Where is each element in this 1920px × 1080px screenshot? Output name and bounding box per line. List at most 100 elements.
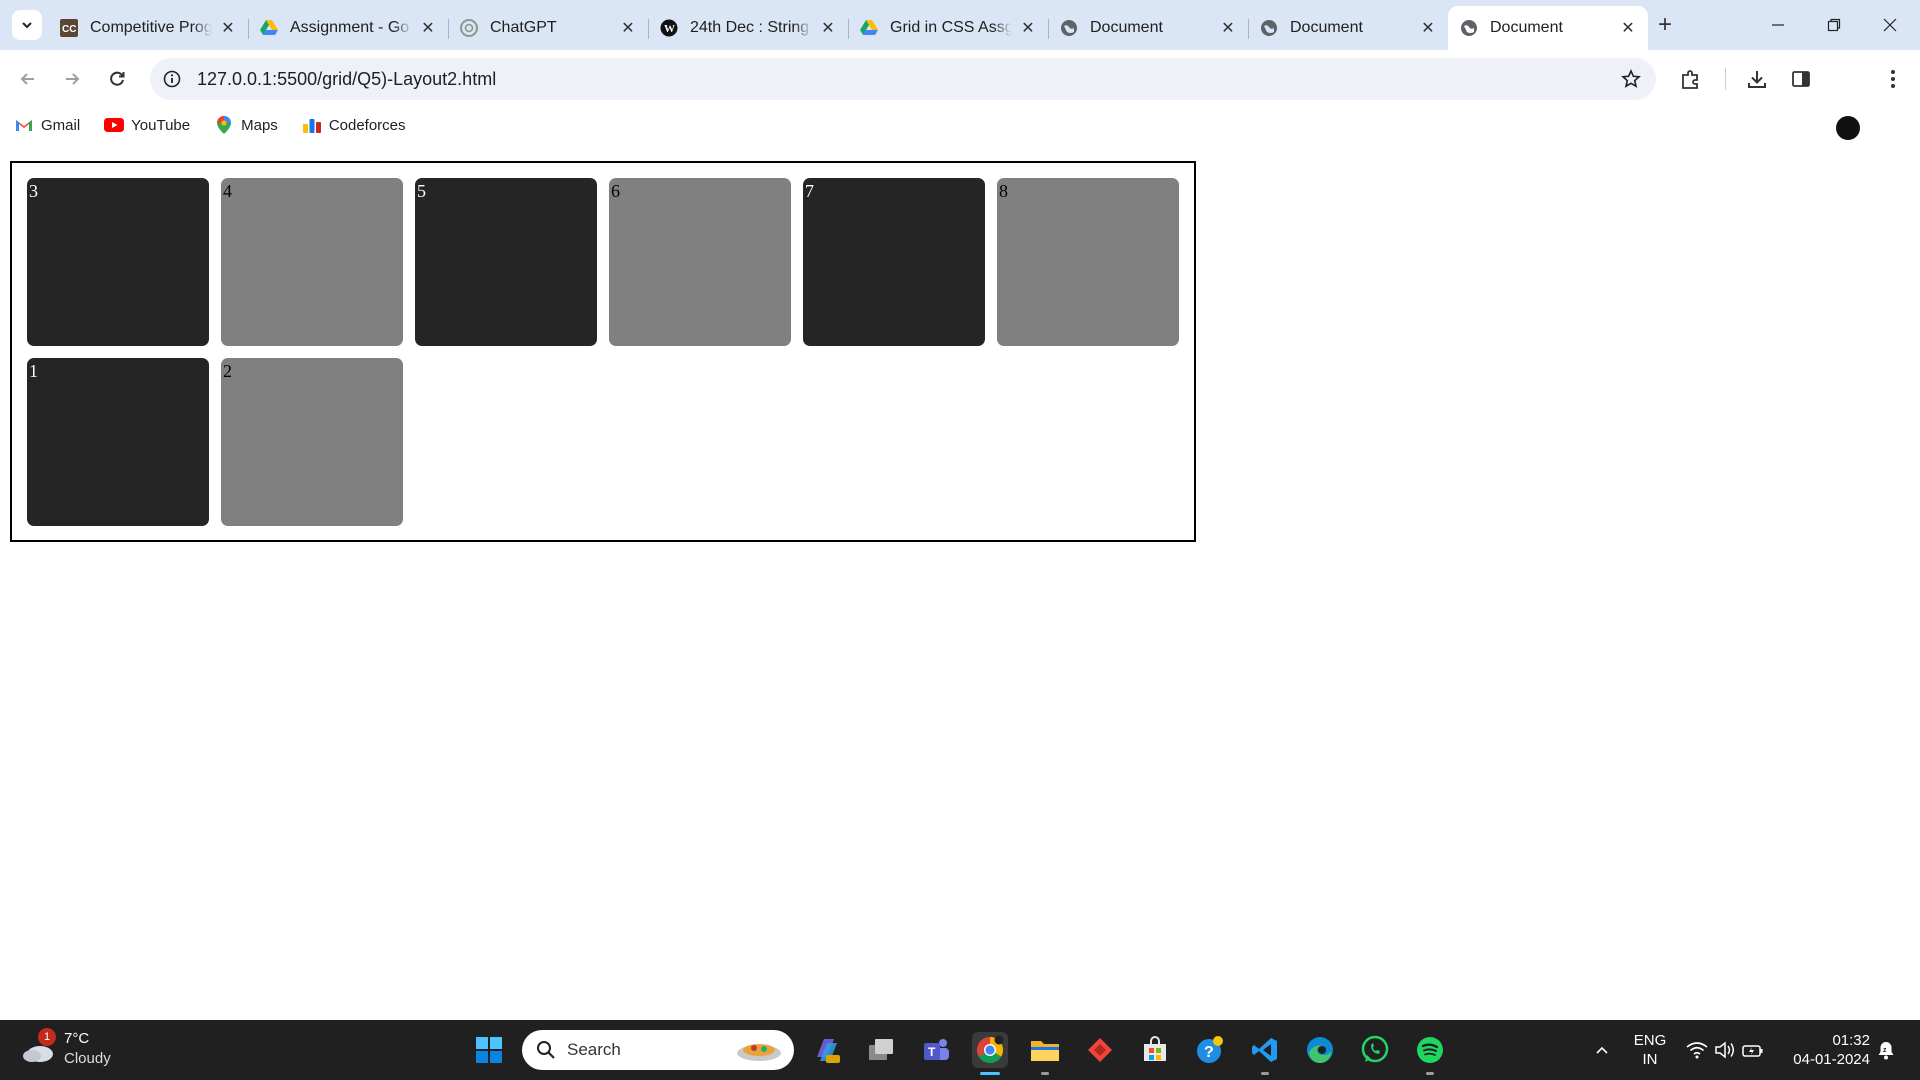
store-icon	[1144, 1036, 1166, 1061]
grid-item: 5	[415, 178, 597, 346]
tab-chatgpt[interactable]: ChatGPT ✕	[448, 9, 649, 47]
grid-item-label: 8	[999, 181, 1008, 201]
back-button[interactable]	[12, 63, 44, 95]
close-icon[interactable]: ✕	[418, 18, 438, 38]
system-tray-status[interactable]	[1680, 1032, 1770, 1068]
taskbar-app-copilot[interactable]	[809, 1032, 845, 1068]
spotify-icon	[1417, 1037, 1443, 1063]
minimize-button[interactable]	[1750, 0, 1806, 50]
address-bar[interactable]: 127.0.0.1:5500/grid/Q5)-Layout2.html	[150, 58, 1656, 100]
close-icon[interactable]: ✕	[818, 18, 838, 38]
clock-date: 04-01-2024	[1793, 1051, 1870, 1068]
cc-icon: CC	[60, 19, 78, 37]
start-button[interactable]	[471, 1032, 507, 1068]
grid-item-label: 5	[417, 181, 426, 201]
bookmark-maps[interactable]: Maps	[214, 116, 278, 134]
chrome-icon	[976, 1035, 1004, 1064]
grid-item-label: 7	[805, 181, 814, 201]
taskbar-app-file-explorer[interactable]	[1027, 1032, 1063, 1075]
bookmark-gmail[interactable]: Gmail	[14, 117, 80, 134]
codeforces-icon	[302, 117, 322, 133]
bookmark-codeforces[interactable]: Codeforces	[302, 117, 406, 134]
tab-grid-css[interactable]: Grid in CSS Assg ✕	[848, 9, 1049, 47]
copilot-icon	[817, 1039, 840, 1063]
running-app-indicator	[1426, 1072, 1434, 1075]
tab-document-1[interactable]: Document ✕	[1048, 9, 1249, 47]
svg-text:T: T	[928, 1045, 936, 1059]
weather-widget[interactable]: 1 7°C Cloudy	[20, 1028, 130, 1072]
window-close-button[interactable]	[1862, 0, 1918, 50]
reload-button[interactable]	[101, 63, 133, 95]
help-icon: ?	[1197, 1036, 1223, 1063]
taskbar-app-anydesk[interactable]	[1082, 1032, 1118, 1068]
close-icon[interactable]: ✕	[1618, 18, 1638, 38]
extensions-button[interactable]	[1677, 65, 1705, 93]
tab-strip: CC Competitive Prog ✕ Assignment - Go ✕ …	[48, 6, 1648, 50]
tab-title: Document	[1090, 19, 1163, 36]
tab-title: Assignment - Go	[290, 19, 410, 36]
side-panel-button[interactable]	[1787, 65, 1815, 93]
google-drive-icon	[860, 19, 878, 37]
tab-title: Document	[1290, 19, 1363, 36]
notification-center-button[interactable]: z	[1872, 1032, 1900, 1068]
bookmark-star-icon[interactable]	[1620, 68, 1642, 90]
show-hidden-icons-button[interactable]	[1584, 1032, 1620, 1068]
bell-snooze-icon: z	[1878, 1042, 1894, 1060]
taskbar-app-microsoft-store[interactable]	[1137, 1032, 1173, 1068]
taskbar-app-whatsapp[interactable]	[1357, 1032, 1393, 1068]
taskbar-search[interactable]: Search	[522, 1030, 794, 1070]
taskbar-app-chrome[interactable]	[972, 1032, 1008, 1075]
taskbar-app-task-view[interactable]	[863, 1032, 899, 1068]
grid-container: 3 4 5 6 7 8 1 2	[10, 161, 1196, 542]
close-icon[interactable]: ✕	[218, 18, 238, 38]
close-icon[interactable]: ✕	[618, 18, 638, 38]
restore-icon	[1827, 18, 1841, 32]
edge-icon	[1307, 1037, 1333, 1064]
clock-time: 01:32	[1832, 1032, 1870, 1049]
more-vertical-icon	[1891, 70, 1895, 88]
reload-icon	[110, 71, 125, 86]
grid-item-label: 6	[611, 181, 620, 201]
tab-search-button[interactable]	[12, 10, 42, 40]
forward-button[interactable]	[56, 63, 88, 95]
minimize-icon	[1772, 24, 1784, 26]
grid-item-label: 4	[223, 181, 232, 201]
folder-icon	[1031, 1041, 1059, 1061]
tab-competitive-programming[interactable]: CC Competitive Prog ✕	[48, 9, 249, 47]
bookmark-youtube[interactable]: YouTube	[104, 117, 190, 134]
downloads-button[interactable]	[1743, 65, 1771, 93]
restore-button[interactable]	[1806, 0, 1862, 50]
close-icon[interactable]: ✕	[1218, 18, 1238, 38]
active-app-indicator	[980, 1072, 1000, 1075]
taskbar-app-get-help[interactable]: ?	[1192, 1032, 1228, 1068]
gmail-icon	[14, 117, 34, 133]
site-info-icon[interactable]	[162, 69, 182, 89]
search-icon	[537, 1041, 555, 1059]
vscode-icon	[1252, 1038, 1277, 1062]
taskbar-app-vscode[interactable]	[1247, 1032, 1283, 1075]
browser-menu-button[interactable]	[1879, 65, 1907, 93]
globe-icon	[1460, 19, 1478, 37]
taskbar-app-spotify[interactable]	[1412, 1032, 1448, 1075]
tab-document-active[interactable]: Document ✕	[1448, 6, 1648, 50]
bookmark-label: Maps	[241, 116, 278, 134]
language-indicator[interactable]: ENG IN	[1630, 1031, 1670, 1069]
clock[interactable]: 01:32 04-01-2024	[1782, 1031, 1870, 1069]
close-icon	[1883, 18, 1897, 32]
grid-item-label: 3	[29, 181, 38, 201]
close-icon[interactable]: ✕	[1418, 18, 1438, 38]
svg-text:z: z	[1883, 1047, 1887, 1054]
grid-item: 8	[997, 178, 1179, 346]
taskbar-app-teams[interactable]: T	[918, 1032, 954, 1068]
taskbar-app-edge[interactable]	[1302, 1032, 1338, 1068]
bookmark-label: YouTube	[131, 116, 191, 134]
bookmarks-bar: Gmail YouTube Maps Codeforces	[0, 108, 1920, 142]
wordpress-icon: W	[660, 19, 678, 37]
tab-string[interactable]: W 24th Dec : String ✕	[648, 9, 849, 47]
grid-item-label: 1	[29, 361, 38, 381]
close-icon[interactable]: ✕	[1018, 18, 1038, 38]
tab-document-2[interactable]: Document ✕	[1248, 9, 1448, 47]
tab-assignment[interactable]: Assignment - Go ✕	[248, 9, 449, 47]
grid-item: 1	[27, 358, 209, 526]
new-tab-button[interactable]: +	[1650, 10, 1680, 40]
